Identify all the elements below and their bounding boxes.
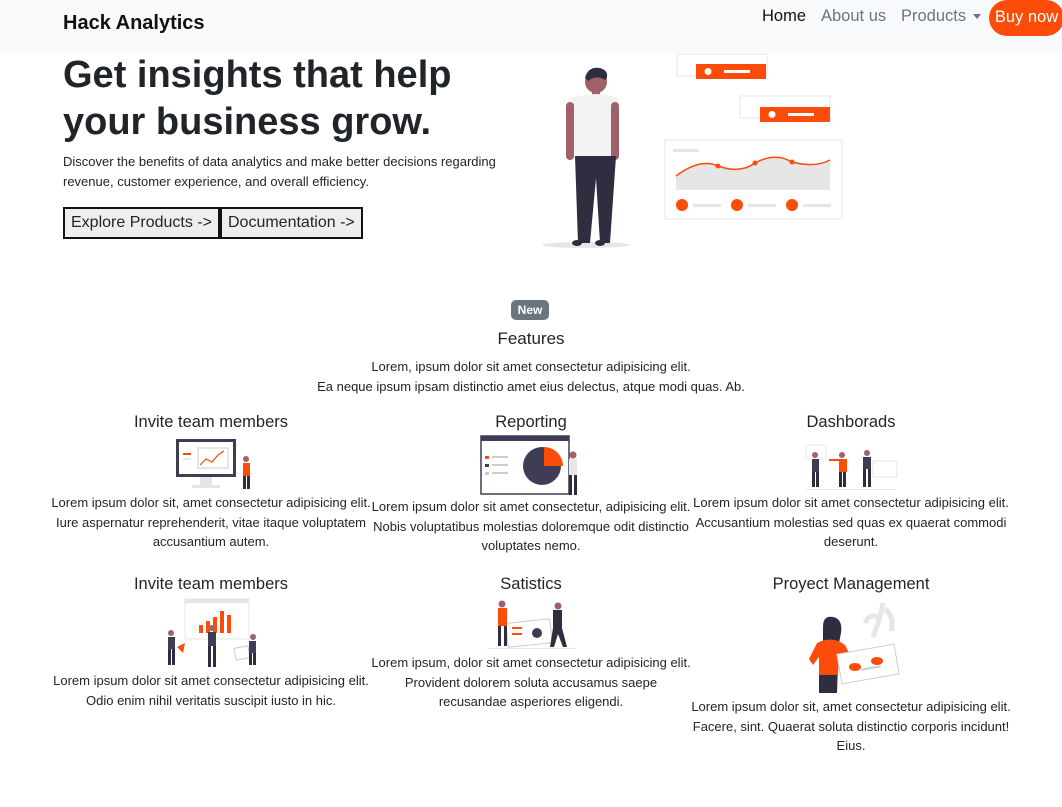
feature-card: Invite team members Lorem ipsum dolor si… — [51, 573, 371, 710]
feature-title: Proyect Management — [772, 575, 930, 593]
buy-now-button[interactable]: Buy now — [989, 0, 1062, 36]
reporting-illustration — [480, 435, 577, 495]
documentation-button[interactable]: Documentation -> — [220, 207, 363, 239]
navbar: Hack Analytics Home About us Products Bu… — [0, 0, 1062, 52]
hero-illustration — [542, 53, 843, 248]
chevron-down-icon — [973, 14, 982, 20]
feature-card: Reporting Lorem ipsum dolor sit amet con… — [371, 411, 691, 556]
feature-card: Invite team members Lorem ipsum dolor si… — [51, 411, 371, 552]
nav-link-about[interactable]: About us — [821, 7, 886, 26]
features-description: Lorem, ipsum dolor sit amet consectetur … — [0, 357, 1062, 396]
statistics-illustration — [487, 600, 575, 649]
nav-link-products-label: Products — [901, 7, 967, 25]
feature-card: Dashborads Lorem ipsum dolor sit amet co… — [691, 411, 1011, 552]
feature-card: Proyect Management Lorem ipsum dolor sit… — [691, 573, 1011, 756]
feature-text: Lorem ipsum dolor sit amet consectetur, … — [371, 499, 691, 553]
features-title: Features — [497, 329, 565, 348]
feature-title: Invite team members — [133, 413, 289, 431]
team-chart-illustration — [168, 598, 256, 667]
hero-title: Get insights that help your business gro… — [63, 54, 452, 143]
feature-text: Lorem ipsum, dolor sit amet consectetur … — [371, 655, 691, 709]
project-management-illustration — [809, 602, 900, 693]
nav-link-products[interactable]: Products — [901, 7, 982, 26]
feature-title: Reporting — [495, 413, 567, 431]
feature-text: Lorem ipsum dolor sit amet consectetur a… — [693, 495, 1009, 549]
feature-text: Lorem ipsum dolor sit amet consectetur a… — [53, 673, 369, 708]
feature-title: Invite team members — [133, 575, 289, 593]
dashboards-illustration — [805, 444, 898, 490]
invite-team-illustration — [176, 439, 250, 489]
hero-lead: Discover the benefits of data analytics … — [63, 154, 496, 189]
features-description-line-2: Ea neque ipsum ipsam distinctio amet eiu… — [317, 378, 745, 394]
new-badge: New — [511, 300, 549, 320]
feature-card: Satistics Lorem ipsum, dolor sit amet co… — [371, 573, 691, 712]
explore-products-button[interactable]: Explore Products -> — [63, 207, 220, 239]
features-description-line-1: Lorem, ipsum dolor sit amet consectetur … — [371, 359, 691, 374]
nav-link-home[interactable]: Home — [762, 7, 806, 26]
feature-text: Lorem ipsum dolor sit, amet consectetur … — [51, 495, 371, 549]
feature-title: Satistics — [500, 575, 562, 593]
brand-logo[interactable]: Hack Analytics — [63, 12, 205, 35]
feature-title: Dashborads — [806, 413, 896, 431]
feature-text: Lorem ipsum dolor sit, amet consectetur … — [691, 699, 1011, 753]
